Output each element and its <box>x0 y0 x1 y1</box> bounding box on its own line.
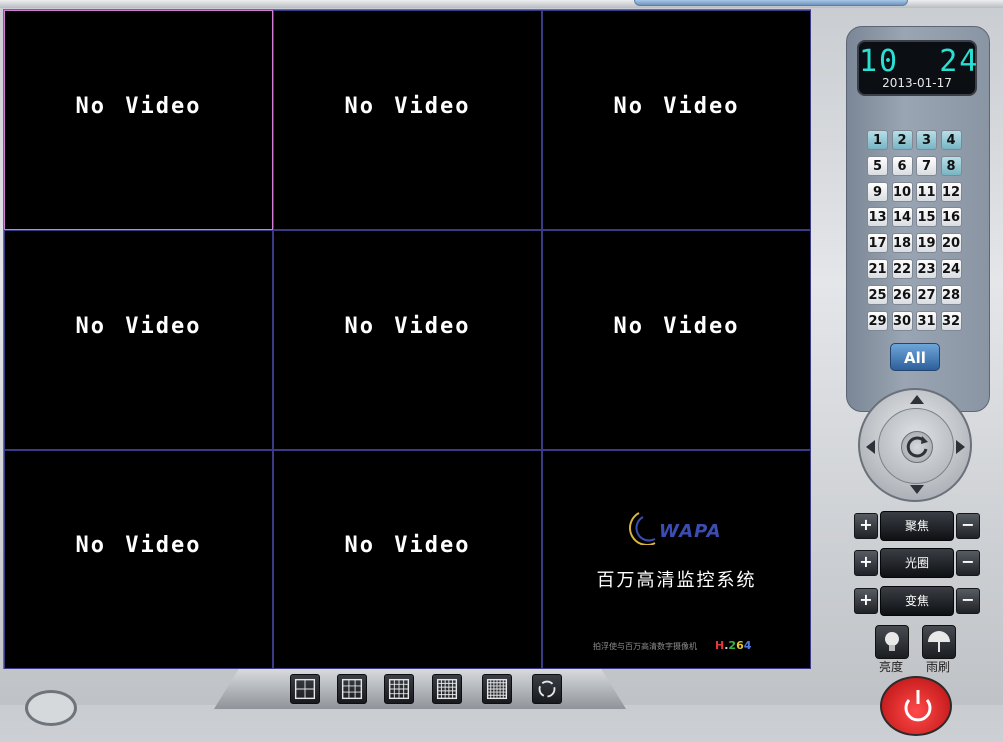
channel-button-25[interactable]: 25 <box>867 284 888 305</box>
video-cell-6[interactable]: No Video <box>542 230 811 450</box>
ptz-down-icon[interactable] <box>910 485 924 494</box>
layout-3x3-icon[interactable] <box>337 674 367 704</box>
ptz-right-icon[interactable] <box>956 440 965 454</box>
top-tab[interactable] <box>634 0 908 6</box>
channel-button-12[interactable]: 12 <box>940 181 962 202</box>
channel-button-19[interactable]: 19 <box>916 233 937 254</box>
ptz-auto-icon[interactable] <box>901 431 933 463</box>
no-video-label: No Video <box>613 313 740 339</box>
zoom-control: + 变焦 − <box>854 586 980 616</box>
iris-minus-button[interactable]: − <box>956 550 980 576</box>
channel-button-23[interactable]: 23 <box>916 259 937 279</box>
channel-button-11[interactable]: 11 <box>916 181 937 202</box>
channel-button-4[interactable]: 4 <box>940 130 962 150</box>
zoom-minus-button[interactable]: − <box>956 588 980 614</box>
channel-button-28[interactable]: 28 <box>940 284 962 305</box>
bottom-toolbar <box>214 669 626 709</box>
no-video-label: No Video <box>344 313 471 339</box>
zoom-plus-button[interactable]: + <box>854 588 878 614</box>
codec-label: H.264 <box>715 639 752 652</box>
channel-button-6[interactable]: 6 <box>891 155 913 176</box>
no-video-label: No Video <box>344 533 471 558</box>
no-video-label: No Video <box>613 93 740 119</box>
brightness-label: 亮度 <box>878 660 903 674</box>
channel-button-27[interactable]: 27 <box>916 284 937 305</box>
lightbulb-icon <box>885 632 899 651</box>
video-grid: No Video No Video No Video No Video No V… <box>3 9 811 669</box>
ptz-dial[interactable] <box>858 388 972 502</box>
channel-button-7[interactable]: 7 <box>916 155 937 176</box>
brightness-button[interactable] <box>875 625 909 659</box>
channel-button-2[interactable]: 2 <box>891 130 913 150</box>
iris-label: 光圈 <box>880 548 954 578</box>
power-button[interactable] <box>880 676 952 736</box>
channel-button-20[interactable]: 20 <box>940 233 962 254</box>
channel-button-1[interactable]: 1 <box>867 130 888 150</box>
channel-button-13[interactable]: 13 <box>867 207 888 228</box>
video-cell-5[interactable]: No Video <box>273 230 542 450</box>
layout-6x6-icon[interactable] <box>482 674 512 704</box>
video-cell-8[interactable]: No Video <box>273 450 542 669</box>
cycle-icon[interactable] <box>532 674 562 704</box>
no-video-label: No Video <box>75 93 202 119</box>
focus-minus-button[interactable]: − <box>956 513 980 539</box>
wiper-button[interactable] <box>922 625 956 659</box>
system-name: 百万高清监控系统 <box>596 570 757 591</box>
channel-button-8[interactable]: 8 <box>940 155 962 176</box>
no-video-label: No Video <box>344 93 471 119</box>
channel-button-24[interactable]: 24 <box>940 259 962 279</box>
video-cell-2[interactable]: No Video <box>273 10 542 230</box>
channel-button-17[interactable]: 17 <box>867 233 888 254</box>
focus-control: + 聚焦 − <box>854 511 980 541</box>
channel-button-15[interactable]: 15 <box>916 207 937 228</box>
video-cell-9[interactable]: WAPA 百万高清监控系统 拍浮使与百万高清数字摄像机 H.264 <box>542 450 811 669</box>
no-video-label: No Video <box>75 533 202 558</box>
iris-plus-button[interactable]: + <box>854 550 878 576</box>
layout-4x4-icon[interactable] <box>384 674 414 704</box>
channel-button-18[interactable]: 18 <box>891 233 913 254</box>
video-cell-3[interactable]: No Video <box>542 10 811 230</box>
wapa-brand-text: WAPA <box>659 521 722 542</box>
channel-button-26[interactable]: 26 <box>891 284 913 305</box>
ptz-dial-inner <box>878 408 954 484</box>
wiper-label: 雨刷 <box>925 660 950 674</box>
all-channels-button[interactable]: All <box>890 343 940 371</box>
clock-time: 10 24 <box>859 44 980 79</box>
ptz-up-icon[interactable] <box>910 395 924 404</box>
channel-button-10[interactable]: 10 <box>891 181 913 202</box>
layout-5x5-icon[interactable] <box>432 674 462 704</box>
umbrella-icon <box>928 631 950 652</box>
channel-button-29[interactable]: 29 <box>867 310 888 331</box>
footer-text: 拍浮使与百万高清数字摄像机 <box>593 642 697 651</box>
zoom-label: 变焦 <box>880 586 954 616</box>
focus-label: 聚焦 <box>880 511 954 541</box>
iris-control: + 光圈 − <box>854 548 980 578</box>
channel-button-16[interactable]: 16 <box>940 207 962 228</box>
channel-button-9[interactable]: 9 <box>867 181 888 202</box>
channel-button-21[interactable]: 21 <box>867 259 888 279</box>
no-video-label: No Video <box>75 313 202 339</box>
clock-date: 2013-01-17 <box>882 76 952 90</box>
channel-button-32[interactable]: 32 <box>940 310 962 331</box>
channel-button-5[interactable]: 5 <box>867 155 888 176</box>
video-cell-1[interactable]: No Video <box>4 10 273 230</box>
power-icon <box>904 690 932 722</box>
video-cell-7[interactable]: No Video <box>4 450 273 669</box>
focus-plus-button[interactable]: + <box>854 513 878 539</box>
layout-2x2-icon[interactable] <box>290 674 320 704</box>
channel-button-14[interactable]: 14 <box>891 207 913 228</box>
channel-button-22[interactable]: 22 <box>891 259 913 279</box>
channel-button-31[interactable]: 31 <box>916 310 937 331</box>
channel-button-3[interactable]: 3 <box>916 130 937 150</box>
channel-button-30[interactable]: 30 <box>891 310 913 331</box>
video-cell-4[interactable]: No Video <box>4 230 273 450</box>
corner-knob <box>25 690 77 726</box>
ptz-left-icon[interactable] <box>866 440 875 454</box>
clock-display: 10 24 2013-01-17 <box>857 40 977 96</box>
